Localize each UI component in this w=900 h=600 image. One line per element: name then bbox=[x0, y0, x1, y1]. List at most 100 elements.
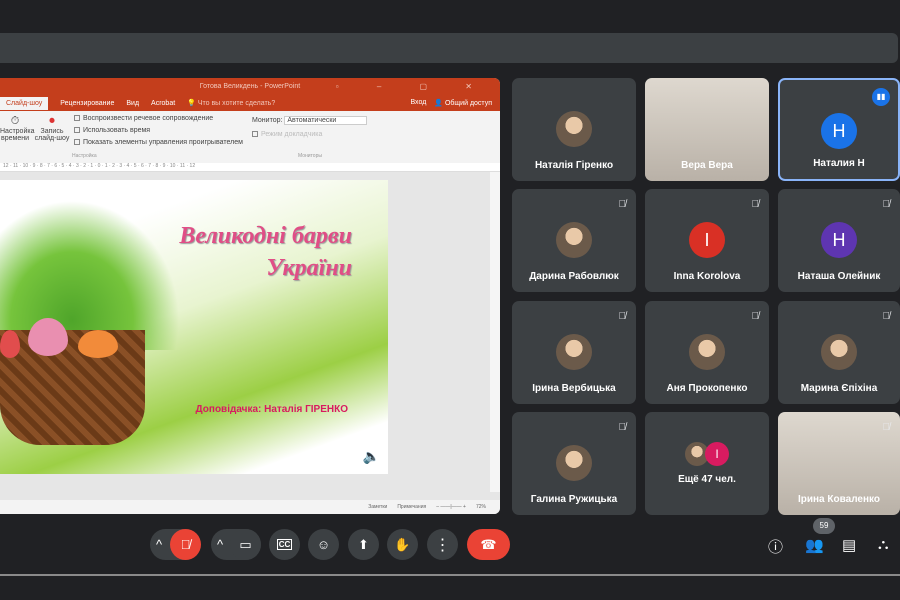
signin-link[interactable]: Вход bbox=[410, 99, 426, 107]
participant-name: Марина Єпіхіна bbox=[800, 383, 878, 394]
tab-slideshow[interactable]: Слайд-шоу bbox=[0, 96, 49, 110]
participant-tile[interactable]: 🎙̸ Ірина Вербицька bbox=[512, 301, 636, 404]
mic-off-icon: 🎙̸ bbox=[882, 311, 891, 322]
slide-title-line1: Великодні барви bbox=[179, 223, 352, 249]
captions-icon: CC bbox=[276, 539, 293, 550]
rehearse-button[interactable]: ⏱ Настройка времени bbox=[0, 115, 34, 142]
monitor-label: Монитор: bbox=[252, 117, 283, 124]
record-icon: ⏺ bbox=[49, 115, 55, 127]
people-icon[interactable]: 👥 bbox=[805, 536, 824, 554]
tell-me-search[interactable]: 💡 Что вы хотите сделать? bbox=[187, 99, 275, 107]
participant-tile[interactable]: I Ещё 47 чел. bbox=[645, 412, 769, 515]
participant-tile[interactable]: Наталія Гіренко bbox=[512, 78, 636, 181]
shared-presentation: Готова Великдень - PowerPoint ▫ – ▢ ✕ Сла… bbox=[0, 78, 500, 514]
mic-off-icon: 🎙̸ bbox=[882, 422, 891, 433]
mic-off-icon: 🎙̸ bbox=[618, 199, 627, 210]
comments-button[interactable]: Примечания bbox=[397, 504, 426, 510]
zoom-slider[interactable]: – ——|—— + bbox=[436, 504, 466, 510]
participant-tile[interactable]: H 🎙̸ Наташа Олейник bbox=[778, 189, 900, 292]
ppt-ribbon-tabs: Слайд-шоу Рецензирование Вид Acrobat 💡 Ч… bbox=[0, 95, 500, 111]
ppt-status-bar: Заметки Примечания – ——|—— + 72% bbox=[0, 500, 500, 514]
checkbox-presenter-view[interactable]: Режим докладчика bbox=[252, 131, 322, 138]
avatar bbox=[556, 222, 592, 258]
egg-image bbox=[78, 330, 118, 358]
participant-name: Дарина Рабовлюк bbox=[529, 271, 619, 282]
camera-icon: ▭ bbox=[239, 536, 252, 552]
checkbox-narration[interactable]: Воспроизвести речевое сопровождение bbox=[74, 115, 213, 122]
participant-tile[interactable]: Вера Вера bbox=[645, 78, 769, 181]
avatar bbox=[556, 445, 592, 481]
participant-name: Вера Вера bbox=[681, 160, 733, 171]
egg-image bbox=[0, 330, 20, 358]
people-count-badge: 59 bbox=[813, 518, 835, 534]
cb3-label: Показать элементы управления проигрывате… bbox=[83, 139, 243, 146]
activities-icon[interactable]: ⛬ bbox=[878, 536, 889, 553]
record-button[interactable]: ⏺ Запись слайд-шоу bbox=[34, 115, 70, 142]
participant-name: Ірина Коваленко bbox=[797, 494, 880, 505]
cb2-label: Использовать время bbox=[83, 127, 151, 134]
captions-button[interactable]: CC bbox=[269, 529, 300, 560]
info-icon[interactable]: ⓘ bbox=[768, 536, 783, 557]
more-options-button[interactable]: ⋮ bbox=[427, 529, 458, 560]
avatar bbox=[556, 111, 592, 147]
monitor-select[interactable]: Монитор: Автоматически bbox=[252, 116, 368, 125]
participant-tile[interactable]: I 🎙̸ Inna Korolova bbox=[645, 189, 769, 292]
participant-tile[interactable]: 🎙̸ Дарина Рабовлюк bbox=[512, 189, 636, 292]
cb1-label: Воспроизвести речевое сопровождение bbox=[83, 115, 214, 122]
avatar bbox=[689, 334, 725, 370]
grass-image bbox=[0, 200, 180, 350]
mic-off-icon: 🎙̸ bbox=[882, 199, 891, 210]
mic-off-icon: 🎙̸ bbox=[751, 199, 760, 210]
slide-title: Великодні барви України bbox=[179, 220, 352, 284]
participant-name: Аня Прокопенко bbox=[666, 383, 748, 394]
participant-tile[interactable]: 🎙̸ Галина Ружицька bbox=[512, 412, 636, 515]
mic-off-icon: 🎙̸ bbox=[751, 311, 760, 322]
tab-acrobat[interactable]: Acrobat bbox=[151, 100, 175, 107]
notes-button[interactable]: Заметки bbox=[368, 504, 387, 510]
chat-icon[interactable]: ▤ bbox=[842, 536, 856, 554]
participant-name: Наталія Гіренко bbox=[534, 160, 614, 171]
present-icon: ⬆ bbox=[358, 536, 369, 552]
raise-hand-button[interactable]: ✋ bbox=[387, 529, 418, 560]
checkbox-media-controls[interactable]: Показать элементы управления проигрывате… bbox=[74, 139, 243, 146]
basket-image bbox=[0, 330, 145, 445]
divider bbox=[0, 574, 900, 576]
egg-image bbox=[28, 318, 68, 356]
hand-icon: ✋ bbox=[394, 536, 411, 552]
participant-tile[interactable]: 🎙̸ Марина Єпіхіна bbox=[778, 301, 900, 404]
emoji-button[interactable]: ☺ bbox=[308, 529, 339, 560]
checkbox-timings[interactable]: Использовать время bbox=[74, 127, 150, 134]
zoom-level[interactable]: 72% bbox=[476, 504, 486, 510]
slide-speaker: Доповідачка: Наталія ГІРЕНКО bbox=[195, 404, 348, 415]
participant-tile[interactable]: H ▮▮ Наталия Н bbox=[778, 78, 900, 181]
group-setup-label: Настройка bbox=[72, 153, 97, 159]
mic-toggle-button[interactable]: 🎙̸ bbox=[170, 529, 201, 560]
avatar: H bbox=[821, 113, 857, 149]
avatar: I bbox=[705, 442, 729, 466]
emoji-icon: ☺ bbox=[316, 537, 331, 552]
participant-name: Галина Ружицька bbox=[530, 494, 618, 505]
participant-name: Наталия Н bbox=[813, 158, 865, 169]
tab-review[interactable]: Рецензирование bbox=[60, 100, 114, 107]
scrollbar[interactable] bbox=[490, 172, 500, 492]
ruler: 12 · 11 · 10 · 9 · 8 · 7 · 6 · 5 · 4 · 3… bbox=[0, 163, 500, 172]
more-vert-icon: ⋮ bbox=[434, 536, 451, 554]
present-button[interactable]: ⬆ bbox=[348, 529, 379, 560]
ppt-title: Готова Великдень - PowerPoint bbox=[199, 83, 301, 90]
presenter-label: Режим докладчика bbox=[261, 131, 323, 138]
speaker-icon[interactable]: 🔈 bbox=[363, 448, 380, 465]
leave-call-button[interactable]: ☎ bbox=[467, 529, 510, 560]
slide: Великодні барви України Доповідачка: Ната… bbox=[0, 180, 388, 474]
share-button[interactable]: 👤 Общий доступ bbox=[434, 99, 492, 107]
avatar bbox=[556, 334, 592, 370]
window-buttons: ▫ – ▢ ✕ bbox=[335, 82, 490, 91]
monitor-value: Автоматически bbox=[284, 116, 368, 125]
top-bar bbox=[0, 33, 898, 63]
camera-toggle-button[interactable]: ▭ bbox=[230, 529, 261, 560]
rehearse-label: Настройка времени bbox=[0, 128, 35, 142]
participant-name: Ещё 47 чел. bbox=[678, 474, 736, 485]
hangup-icon: ☎ bbox=[480, 536, 497, 552]
participant-tile[interactable]: 🎙̸ Аня Прокопенко bbox=[645, 301, 769, 404]
tab-view[interactable]: Вид bbox=[126, 100, 139, 107]
participant-tile[interactable]: 🎙̸ Ірина Коваленко bbox=[778, 412, 900, 515]
